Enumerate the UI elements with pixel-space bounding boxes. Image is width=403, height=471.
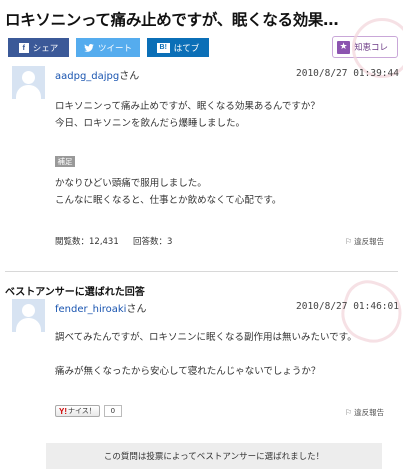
nice-label[interactable]: Y! ナイス！ <box>55 405 100 417</box>
nice-button[interactable]: Y! ナイス！ 0 <box>55 405 122 417</box>
facebook-icon: f <box>18 42 29 53</box>
section-divider <box>5 271 398 272</box>
vote-notice: この質問は投票によってベストアンサーに選ばれました！ <box>46 443 382 469</box>
answerer-line: fender_hiroakiさん <box>55 300 146 315</box>
questioner-honorific: さん <box>119 71 140 82</box>
twitter-share-button[interactable]: ツイート <box>76 38 140 57</box>
star-icon: ★ <box>337 40 350 54</box>
question-body-line: ロキソニンって痛み止めですが、眠くなる効果あるんですか？ <box>55 101 320 112</box>
questioner-name-link[interactable]: aadpg_dajpg <box>55 71 119 82</box>
question-title: ロキソニンって痛み止めですが、眠くなる効果… <box>5 11 339 29</box>
supplement-line: こんなに眠くなると、仕事とか飲めなくて心配です。 <box>55 195 282 206</box>
best-answer-header: ベストアンサーに選ばれた回答 <box>5 287 145 298</box>
answer-line: 調べてみたんですが、ロキソニンに眠くなる副作用は無いみたいです。 <box>55 332 357 343</box>
questioner-avatar <box>12 66 45 99</box>
report-flag-icon: ⚐ <box>345 237 353 246</box>
facebook-share-button[interactable]: f シェア <box>8 38 69 57</box>
nice-text: ナイス！ <box>68 407 96 415</box>
view-count: 閲覧数：12,431 <box>55 237 119 247</box>
supplement-badge: 補足 <box>55 156 75 167</box>
question-body: ロキソニンって痛み止めですが、眠くなる効果あるんですか？ 今日、ロキソニンを飲ん… <box>55 98 320 132</box>
twitter-share-label: ツイート <box>97 43 132 54</box>
answer-date: 2010/8/27 01:46:01 <box>296 301 399 312</box>
supplement-body: かなりひどい頭痛で服用しました。 こんなに眠くなると、仕事とか飲めなくて心配です… <box>55 175 281 209</box>
question-report-link[interactable]: ⚐ 違反報告 <box>345 236 384 247</box>
question-body-line: 今日、ロキソニンを飲んだら爆睡しました。 <box>55 118 246 129</box>
questioner-line: aadpg_dajpgさん <box>55 67 139 82</box>
report-label: 違反報告 <box>354 408 385 417</box>
hatena-bookmark-button[interactable]: B! はてブ <box>147 38 209 57</box>
answerer-honorific: さん <box>126 304 147 315</box>
question-date: 2010/8/27 01:39:44 <box>296 68 399 79</box>
twitter-bird-icon <box>84 43 94 52</box>
report-label: 違反報告 <box>354 237 385 246</box>
answerer-avatar <box>12 299 45 332</box>
nice-count: 0 <box>103 405 122 417</box>
answer-report-link[interactable]: ⚐ 違反報告 <box>345 407 384 418</box>
hatena-share-label: はてブ <box>173 43 200 54</box>
facebook-share-label: シェア <box>32 43 59 54</box>
yahoo-icon: Y! <box>59 406 67 416</box>
answer-count: 回答数：3 <box>133 237 173 247</box>
answerer-name-link[interactable]: fender_hiroaki <box>55 304 126 315</box>
hatena-icon: B! <box>156 42 170 53</box>
answer-line: 痛みが無くなったから安心して寝れたんじゃないでしょうか？ <box>55 366 321 377</box>
supplement-line: かなりひどい頭痛で服用しました。 <box>55 178 207 189</box>
report-flag-icon: ⚐ <box>345 408 353 417</box>
